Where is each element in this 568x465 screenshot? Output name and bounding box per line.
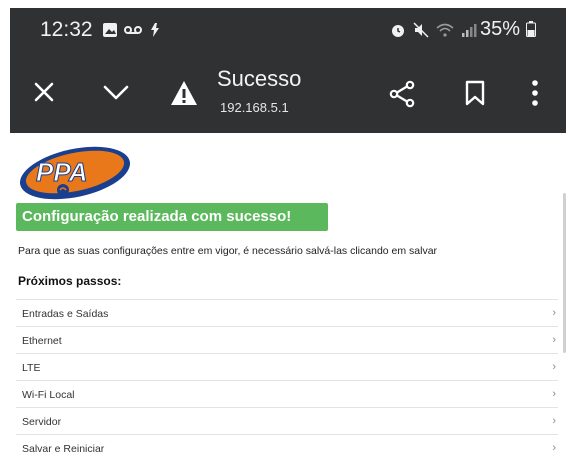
mute-icon bbox=[413, 22, 429, 38]
success-banner: Configuração realizada com sucesso! bbox=[16, 203, 328, 231]
web-content: PPA Configuração realizada com sucesso! … bbox=[10, 133, 566, 465]
phone-screen: 12:32 35% Sucesso 192.168.5.1 PPA Config… bbox=[10, 8, 566, 465]
voicemail-icon bbox=[124, 26, 142, 34]
step-entradas-e-saidas[interactable]: Entradas e Saídas › bbox=[16, 299, 558, 326]
chevron-right-icon: › bbox=[552, 334, 556, 346]
step-label: Ethernet bbox=[22, 335, 62, 347]
chevron-down-icon[interactable] bbox=[102, 80, 130, 104]
step-wifi-local[interactable]: Wi-Fi Local › bbox=[16, 380, 558, 407]
step-lte[interactable]: LTE › bbox=[16, 353, 558, 380]
gallery-icon bbox=[103, 23, 117, 37]
status-bar: 12:32 35% bbox=[10, 8, 566, 54]
page-url: 192.168.5.1 bbox=[220, 100, 289, 115]
next-steps-list: Entradas e Saídas › Ethernet › LTE › Wi-… bbox=[16, 299, 558, 461]
scrollbar[interactable] bbox=[563, 193, 566, 353]
alarm-icon bbox=[392, 25, 404, 37]
page-title: Sucesso bbox=[217, 66, 302, 91]
step-servidor[interactable]: Servidor › bbox=[16, 407, 558, 434]
browser-toolbar: Sucesso 192.168.5.1 bbox=[10, 54, 566, 133]
step-label: Entradas e Saídas bbox=[22, 308, 109, 320]
status-icons-left bbox=[102, 22, 162, 38]
warning-icon[interactable] bbox=[170, 80, 198, 106]
status-icons-right bbox=[390, 22, 477, 38]
battery-text: 35% bbox=[480, 18, 521, 40]
info-text: Para que as suas configurações entre em … bbox=[18, 245, 438, 257]
step-ethernet[interactable]: Ethernet › bbox=[16, 326, 558, 353]
step-label: Servidor bbox=[22, 416, 62, 428]
step-label: LTE bbox=[22, 362, 41, 374]
chevron-right-icon: › bbox=[552, 442, 556, 454]
chevron-right-icon: › bbox=[552, 388, 556, 400]
share-icon[interactable] bbox=[388, 80, 416, 108]
step-label: Wi-Fi Local bbox=[22, 389, 75, 401]
next-steps-heading: Próximos passos: bbox=[18, 274, 122, 288]
notification-icon bbox=[151, 23, 159, 37]
chevron-right-icon: › bbox=[552, 415, 556, 427]
step-salvar-e-reiniciar[interactable]: Salvar e Reiniciar › bbox=[16, 434, 558, 461]
battery-percentage: 35% bbox=[480, 18, 536, 41]
wifi-icon bbox=[436, 23, 454, 37]
chevron-right-icon: › bbox=[552, 361, 556, 373]
close-icon[interactable] bbox=[32, 80, 56, 104]
step-label: Salvar e Reiniciar bbox=[22, 443, 105, 455]
bookmark-icon[interactable] bbox=[464, 80, 486, 106]
chevron-right-icon: › bbox=[552, 307, 556, 319]
battery-icon bbox=[525, 21, 536, 37]
svg-text:PPA: PPA bbox=[36, 157, 88, 187]
more-vertical-icon[interactable] bbox=[530, 80, 540, 106]
status-time: 12:32 bbox=[40, 18, 93, 41]
ppa-logo: PPA bbox=[19, 146, 131, 200]
signal-icon bbox=[462, 24, 477, 37]
